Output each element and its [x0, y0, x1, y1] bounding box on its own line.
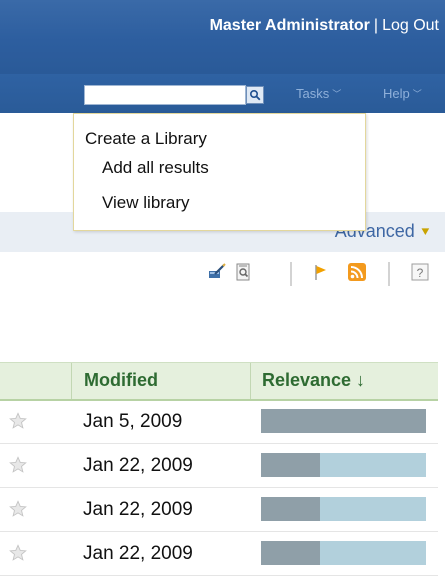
modified-date: Jan 5, 2009: [83, 411, 183, 432]
double-chevron-down-icon: ⯆: [419, 224, 431, 240]
toolbar-divider: [290, 262, 292, 286]
relevance-bar-fill: [261, 409, 426, 433]
rss-icon[interactable]: [347, 262, 367, 282]
user-name: Master Administrator: [209, 17, 370, 34]
column-header-relevance[interactable]: Relevance ↓: [262, 370, 365, 391]
help-icon[interactable]: ?: [410, 262, 430, 282]
relevance-bar: [261, 497, 426, 521]
table-row[interactable]: Jan 22, 2009: [0, 531, 438, 576]
header-separator: |: [373, 17, 379, 34]
menu-item-add-all-results[interactable]: Add all results: [102, 158, 209, 178]
star-icon[interactable]: [9, 456, 27, 474]
tasks-label: Tasks: [296, 86, 330, 101]
header-bar: Master Administrator | Log Out: [0, 0, 445, 74]
relevance-bar: [261, 453, 426, 477]
relevance-bar-fill: [261, 453, 321, 477]
search-icon: [249, 89, 261, 101]
dropdown-heading: Create a Library: [85, 129, 207, 148]
star-icon[interactable]: [9, 500, 27, 518]
relevance-bar: [261, 541, 426, 565]
modified-date: Jan 22, 2009: [83, 455, 193, 476]
search-button[interactable]: [246, 86, 264, 104]
relevance-bar-fill: [261, 541, 321, 565]
svg-text:?: ?: [417, 266, 424, 280]
preview-icon[interactable]: [233, 262, 253, 282]
relevance-bar: [261, 409, 426, 433]
table-row[interactable]: Jan 22, 2009: [0, 443, 438, 488]
create-library-dropdown: Create a Library Add all results View li…: [73, 113, 366, 231]
results-table-header: Modified Relevance ↓: [0, 362, 438, 401]
chevron-down-icon: ﹀: [332, 89, 342, 99]
search-input[interactable]: [84, 85, 246, 105]
logout-link[interactable]: Log Out: [382, 17, 439, 34]
edit-icon[interactable]: [207, 262, 227, 282]
column-divider: [250, 363, 251, 399]
star-icon[interactable]: [9, 544, 27, 562]
menu-item-view-library[interactable]: View library: [102, 193, 190, 213]
flag-icon[interactable]: [311, 262, 331, 282]
table-row[interactable]: Jan 5, 2009: [0, 399, 438, 444]
column-divider: [71, 363, 72, 399]
tasks-menu[interactable]: Tasks ﹀: [296, 86, 341, 101]
chevron-down-icon: ﹀: [412, 89, 422, 99]
column-header-modified[interactable]: Modified: [84, 370, 158, 391]
modified-date: Jan 22, 2009: [83, 543, 193, 564]
user-line: Master Administrator | Log Out: [210, 17, 439, 35]
modified-date: Jan 22, 2009: [83, 499, 193, 520]
help-label: Help: [383, 86, 410, 101]
relevance-bar-fill: [261, 497, 321, 521]
toolbar-divider: [388, 262, 390, 286]
help-menu[interactable]: Help ﹀: [383, 86, 422, 101]
table-row[interactable]: Jan 22, 2009: [0, 487, 438, 532]
star-icon[interactable]: [9, 412, 27, 430]
